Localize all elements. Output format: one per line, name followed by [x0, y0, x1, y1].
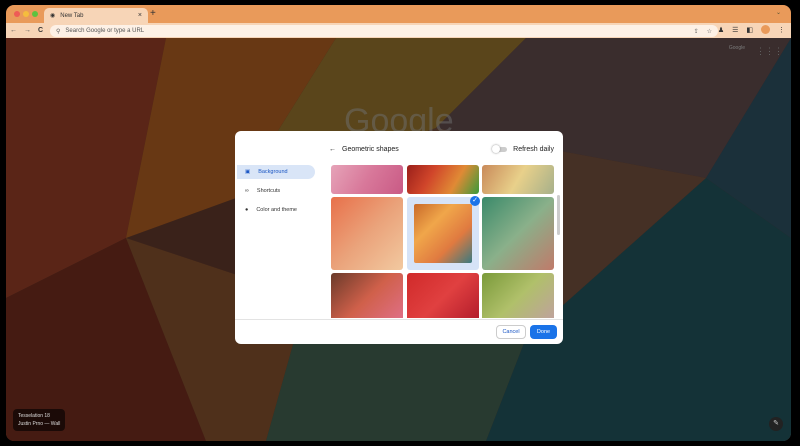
cancel-button[interactable]: Cancel [496, 325, 526, 339]
dialog-sidebar: ▣ Background ∞ Shortcuts ● Color and theme [237, 165, 315, 222]
image-icon: ▣ [245, 169, 251, 175]
back-button[interactable]: ← [10, 27, 17, 34]
sidebar-item-label: Color and theme [256, 207, 297, 213]
tab-close-button[interactable]: × [138, 12, 142, 19]
search-icon: ⚲ [56, 28, 61, 35]
share-icon[interactable]: ⇪ [694, 28, 699, 35]
reading-list-icon[interactable]: ☰ [732, 26, 738, 34]
address-input[interactable]: Search Google or type a URL [65, 28, 144, 34]
attribution-author: Justin Prno — Wall [18, 421, 61, 427]
refresh-daily-label: Refresh daily [513, 146, 554, 153]
forward-button[interactable]: → [24, 27, 31, 34]
tab-title: New Tab [60, 12, 84, 19]
background-tile[interactable] [331, 197, 403, 270]
chevron-down-icon[interactable]: ⌄ [776, 9, 781, 16]
attribution-title: Tesselation 18 [18, 413, 50, 419]
address-bar[interactable]: ⚲ Search Google or type a URL ⇪ ☆ [50, 25, 718, 37]
maximize-window-button[interactable] [32, 11, 38, 17]
chrome-icon: ◉ [50, 13, 56, 19]
menu-icon[interactable]: ⋮ [778, 26, 785, 34]
sidebar-item-shortcuts[interactable]: ∞ Shortcuts [237, 184, 315, 198]
link-icon: ∞ [245, 188, 249, 194]
grid-scrollbar[interactable] [557, 195, 560, 235]
background-tile[interactable] [482, 197, 554, 270]
new-tab-button[interactable]: + [150, 8, 156, 19]
done-button[interactable]: Done [530, 325, 557, 339]
background-tile[interactable] [482, 165, 554, 194]
back-arrow-icon[interactable]: ← [329, 146, 336, 153]
reload-button[interactable]: C [38, 27, 43, 34]
new-tab-page: Google ⋮⋮⋮ Google Tesselation 18 Justin … [6, 38, 791, 441]
background-grid: ✓ [331, 165, 557, 318]
checkmark-icon: ✓ [470, 196, 480, 206]
bookmark-star-icon[interactable]: ☆ [707, 28, 712, 35]
refresh-daily-toggle[interactable] [492, 145, 508, 153]
side-panel-icon[interactable]: ◧ [746, 26, 753, 34]
sidebar-item-label: Shortcuts [256, 188, 281, 194]
sidebar-item-label: Background [258, 169, 288, 175]
background-attribution[interactable]: Tesselation 18 Justin Prno — Wall [13, 409, 66, 431]
browser-window: ◉ New Tab × + ⌄ ← → C ⚲ Search Google or… [6, 5, 791, 441]
customize-dialog: ← Geometric shapes Refresh daily ▣ Backgr… [235, 131, 563, 344]
dialog-title: Geometric shapes [342, 146, 399, 153]
sidebar-item-color-and-theme[interactable]: ● Color and theme [237, 203, 315, 217]
dialog-footer-divider [235, 319, 563, 320]
extension-icon[interactable]: ♟ [718, 26, 724, 34]
palette-icon: ● [245, 207, 249, 213]
minimize-window-button[interactable] [23, 11, 29, 17]
background-tile[interactable] [482, 273, 554, 318]
tab-bar: ◉ New Tab × + ⌄ [6, 5, 791, 23]
toolbar: ← → C ⚲ Search Google or type a URL ⇪ ☆ ♟… [6, 23, 791, 38]
background-tile[interactable] [407, 273, 479, 318]
tab-new-tab[interactable]: ◉ New Tab × [44, 8, 148, 23]
background-tile-selected[interactable]: ✓ [407, 196, 480, 270]
background-tile[interactable] [331, 273, 403, 318]
background-tile[interactable] [331, 165, 403, 194]
sidebar-item-background[interactable]: ▣ Background [237, 165, 315, 179]
profile-avatar[interactable] [761, 25, 770, 34]
customize-pencil-icon[interactable]: ✎ [769, 417, 783, 431]
close-window-button[interactable] [14, 11, 20, 17]
background-tile[interactable] [407, 165, 479, 194]
